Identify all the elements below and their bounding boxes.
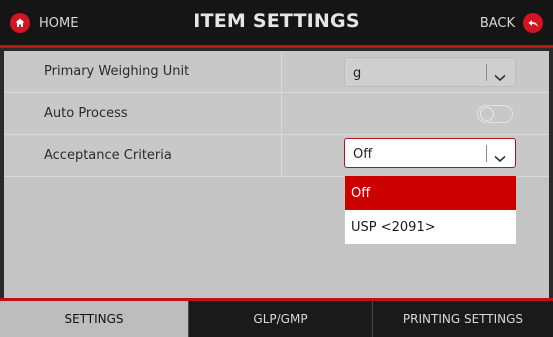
select-value: Off bbox=[353, 147, 373, 162]
primary-weighing-unit-select[interactable]: g bbox=[344, 57, 516, 87]
auto-process-label: Auto Process bbox=[44, 106, 128, 121]
primary-weighing-unit-label: Primary Weighing Unit bbox=[44, 64, 190, 79]
tab-printing-settings[interactable]: PRINTING SETTINGS bbox=[373, 301, 553, 337]
row-primary-weighing-unit: Primary Weighing Unit g bbox=[4, 51, 549, 93]
dropdown-option-off[interactable]: Off bbox=[345, 176, 516, 210]
bottom-tab-bar: SETTINGS GLP/GMP PRINTING SETTINGS bbox=[0, 298, 553, 337]
acceptance-criteria-label: Acceptance Criteria bbox=[44, 148, 172, 163]
tab-label: PRINTING SETTINGS bbox=[402, 312, 524, 326]
back-arrow-icon bbox=[523, 13, 543, 33]
acceptance-criteria-select[interactable]: Off bbox=[344, 138, 516, 168]
select-separator bbox=[486, 145, 487, 162]
page-title: ITEM SETTINGS bbox=[193, 10, 360, 32]
column-divider bbox=[281, 93, 282, 134]
back-label: BACK bbox=[479, 15, 515, 31]
column-divider bbox=[281, 51, 282, 92]
chevron-down-icon bbox=[494, 67, 506, 86]
top-bar: HOME ITEM SETTINGS BACK bbox=[0, 0, 553, 48]
option-label: USP <2091> bbox=[351, 220, 436, 235]
back-button[interactable]: BACK bbox=[480, 10, 543, 36]
tab-glp-gmp[interactable]: GLP/GMP bbox=[189, 301, 372, 337]
row-acceptance-criteria: Acceptance Criteria Off bbox=[4, 135, 549, 177]
tab-label: SETTINGS bbox=[64, 312, 124, 326]
auto-process-toggle[interactable] bbox=[477, 105, 513, 123]
column-divider bbox=[281, 135, 282, 176]
tab-label: GLP/GMP bbox=[253, 312, 308, 326]
chevron-down-icon bbox=[494, 148, 506, 167]
acceptance-criteria-dropdown: Off USP <2091> bbox=[344, 175, 517, 244]
option-label: Off bbox=[351, 186, 371, 201]
select-value: g bbox=[353, 66, 362, 81]
select-separator bbox=[486, 64, 487, 81]
toggle-knob bbox=[480, 107, 494, 121]
dropdown-option-usp-2091[interactable]: USP <2091> bbox=[345, 210, 516, 244]
tab-settings[interactable]: SETTINGS bbox=[0, 301, 188, 337]
row-auto-process: Auto Process bbox=[4, 93, 549, 135]
